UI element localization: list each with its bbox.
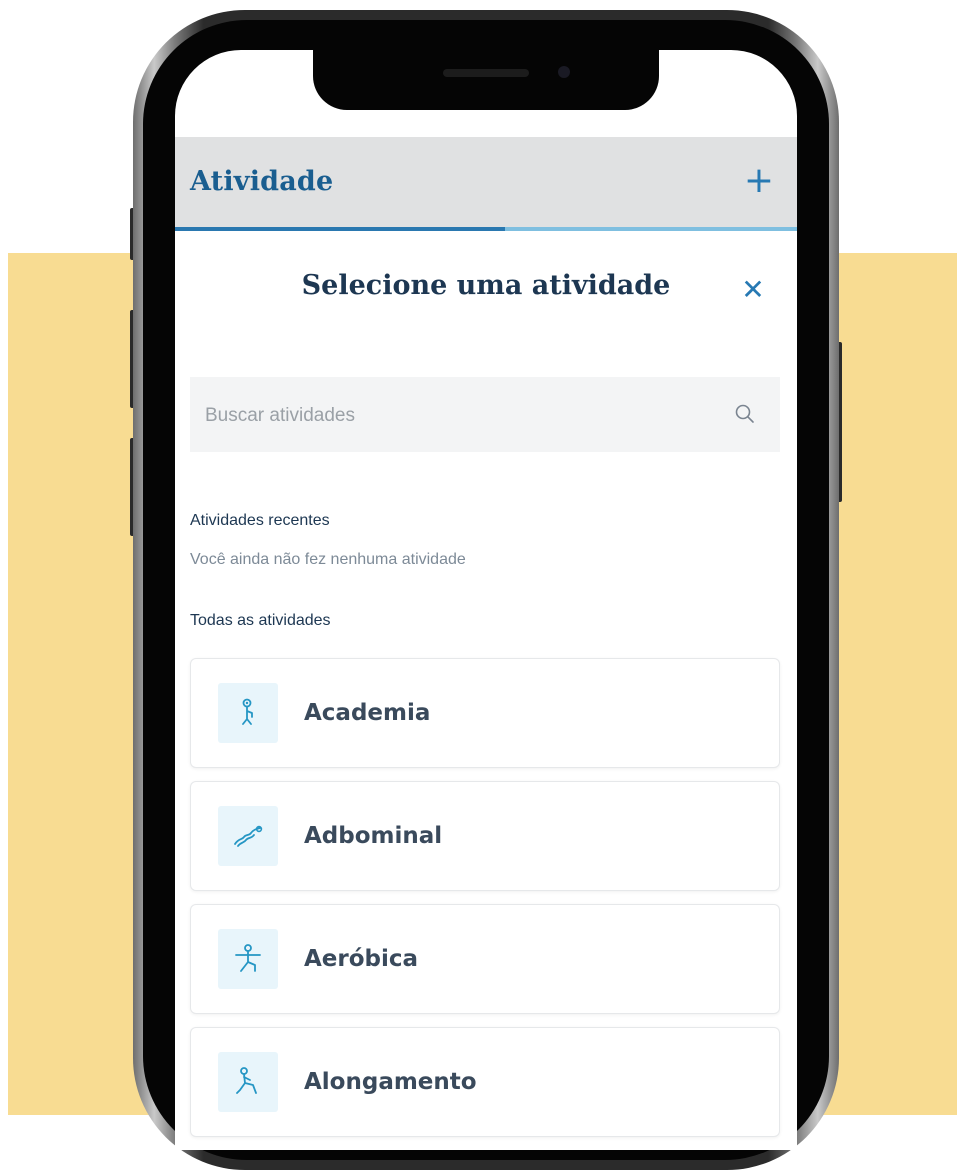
header-progress-fill: [175, 227, 505, 231]
close-icon: ✕: [741, 274, 765, 305]
recent-activities-heading: Atividades recentes: [190, 512, 330, 529]
add-activity-button[interactable]: +: [737, 159, 781, 203]
phone-screen: Atividade + Selecione uma atividade ✕ At…: [175, 50, 797, 1150]
activity-item-adbominal[interactable]: Adbominal: [190, 781, 780, 891]
activity-label: Adbominal: [304, 823, 443, 849]
modal-title: Selecione uma atividade: [301, 270, 671, 301]
front-camera: [558, 66, 570, 78]
speaker-grille: [443, 69, 529, 77]
page-title: Atividade: [190, 166, 334, 197]
close-button[interactable]: ✕: [735, 272, 771, 308]
activity-item-academia[interactable]: Academia: [190, 658, 780, 768]
stretching-icon: [218, 1052, 278, 1112]
activity-label: Academia: [304, 700, 431, 726]
phone-frame: Atividade + Selecione uma atividade ✕ At…: [133, 10, 839, 1170]
header-progress-track: [175, 227, 797, 231]
search-box: [190, 377, 780, 454]
activity-item-alongamento[interactable]: Alongamento: [190, 1027, 780, 1137]
gym-icon: [218, 683, 278, 743]
search-input[interactable]: [203, 377, 707, 454]
app-header: Atividade +: [175, 137, 797, 231]
activity-label: Alongamento: [304, 1069, 477, 1095]
activity-label: Aeróbica: [304, 946, 419, 972]
aerobics-icon: [218, 929, 278, 989]
abdominal-icon: [218, 806, 278, 866]
all-activities-heading: Todas as atividades: [190, 612, 331, 629]
plus-icon: +: [743, 160, 775, 201]
phone-notch: [313, 50, 659, 110]
activity-item-aerobica[interactable]: Aeróbica: [190, 904, 780, 1014]
recent-activities-empty-text: Você ainda não fez nenhuma atividade: [190, 551, 466, 568]
search-icon[interactable]: [734, 403, 756, 425]
